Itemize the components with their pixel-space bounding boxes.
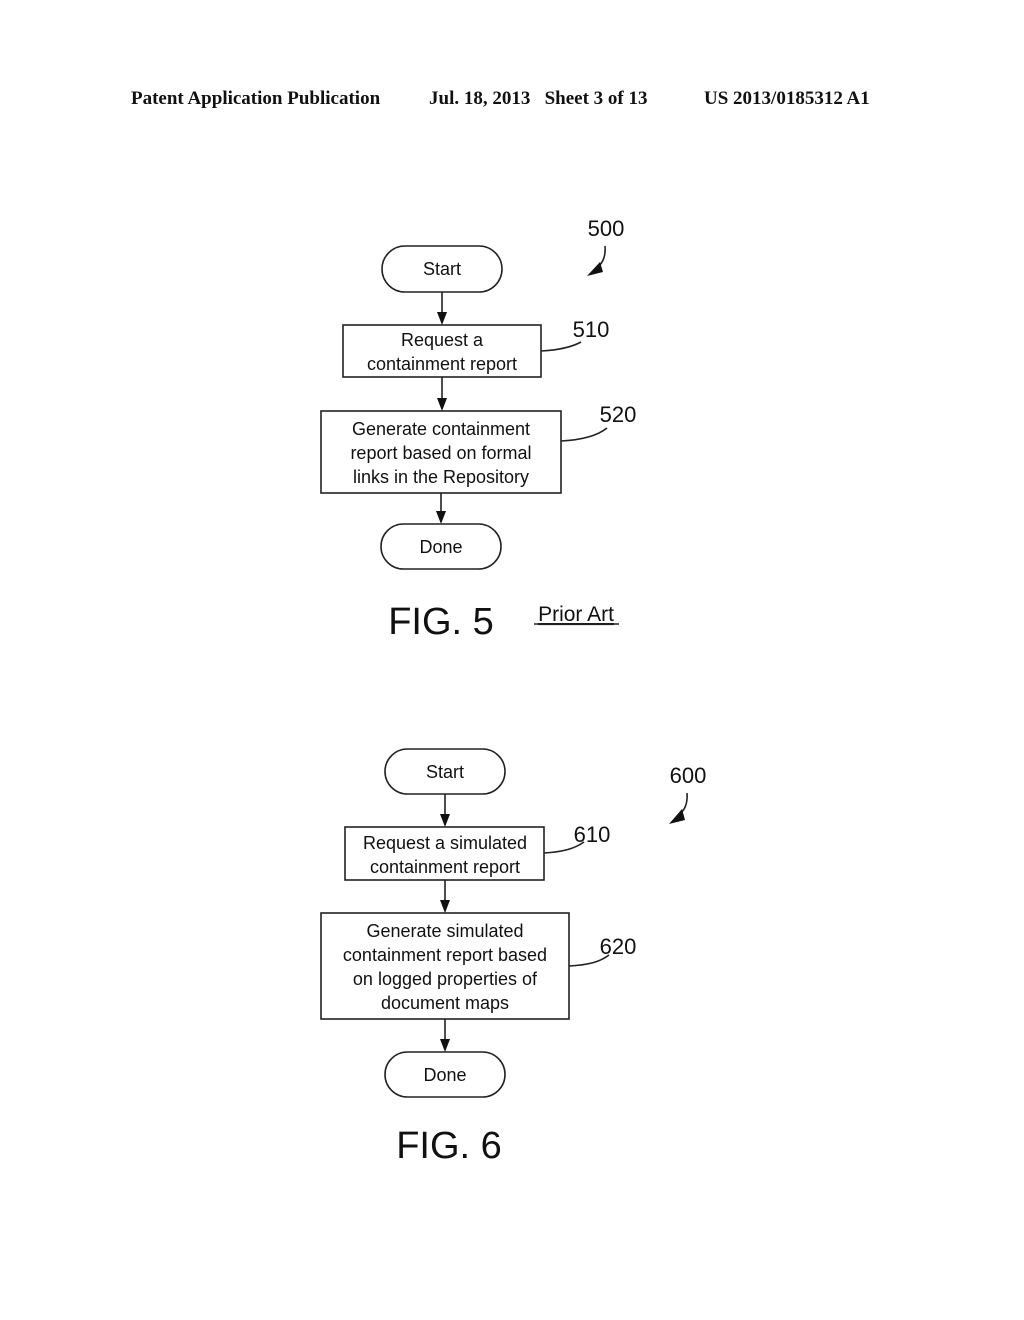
fig5-ref-510: 510	[573, 317, 610, 342]
fig6-arrowhead-3-icon	[440, 1039, 450, 1052]
fig6-step-620-line1: Generate simulated	[366, 921, 523, 941]
fig5-leader-510	[540, 341, 582, 352]
fig5-step-520-line3: links in the Repository	[353, 467, 529, 487]
fig6-caption: FIG. 6	[396, 1125, 502, 1167]
fig5-ref-arrow-icon	[587, 262, 603, 276]
fig6-step-620-line3: on logged properties of	[353, 969, 538, 989]
patent-figures: 500 Start Request a containment report 5…	[320, 216, 707, 1167]
fig5-caption: FIG. 5	[388, 601, 494, 643]
fig5-ref-label: 500	[588, 216, 625, 241]
fig6-start-label: Start	[426, 762, 464, 782]
fig6-step-620-line2: containment report based	[343, 945, 547, 965]
fig6-ref-620: 620	[600, 934, 637, 959]
fig5-flowchart: 500 Start Request a containment report 5…	[320, 216, 637, 643]
fig5-ref-520: 520	[600, 402, 637, 427]
fig5-prior-art-note: Prior Art	[538, 603, 614, 626]
fig6-ref-label: 600	[670, 763, 707, 788]
fig5-arrowhead-1-icon	[437, 312, 447, 325]
fig5-arrowhead-2-icon	[437, 398, 447, 411]
fig5-step-520-line2: report based on formal	[350, 443, 531, 463]
fig5-start-label: Start	[423, 259, 461, 279]
fig6-ref-arrow-icon	[669, 809, 685, 824]
fig5-leader-520	[560, 427, 608, 442]
fig6-ref-610: 610	[574, 822, 611, 847]
fig5-step-510-line2: containment report	[367, 354, 517, 374]
fig6-done-label: Done	[423, 1065, 466, 1085]
fig5-step-520-line1: Generate containment	[352, 419, 530, 439]
fig6-step-620-line4: document maps	[381, 993, 509, 1013]
fig6-step-610-line2: containment report	[370, 857, 520, 877]
fig5-done-label: Done	[419, 537, 462, 557]
fig6-arrowhead-2-icon	[440, 900, 450, 913]
fig5-arrowhead-3-icon	[436, 511, 446, 524]
fig6-flowchart: 600 Start Request a simulated containmen…	[320, 748, 707, 1167]
fig5-step-510-line1: Request a	[401, 330, 484, 350]
fig6-arrowhead-1-icon	[440, 814, 450, 827]
fig6-step-610-line1: Request a simulated	[363, 833, 527, 853]
